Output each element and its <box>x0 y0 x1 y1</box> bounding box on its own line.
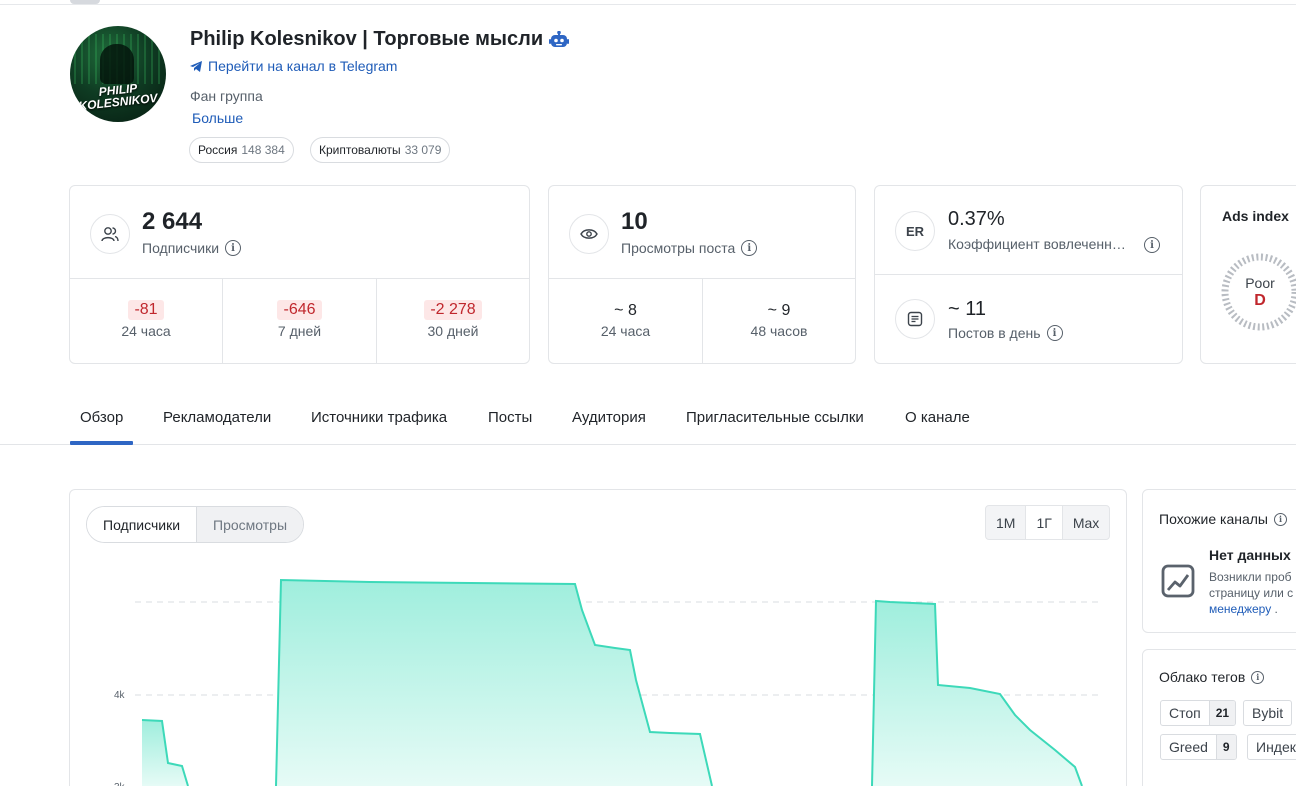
channel-avatar[interactable]: PHILIP KOLESNIKOV <box>70 26 166 122</box>
range-1m-button[interactable]: 1М <box>986 506 1025 539</box>
metric-views-button[interactable]: Просмотры <box>196 507 304 542</box>
category-chip-country[interactable]: Россия 148 384 <box>189 137 294 163</box>
ads-index-card: Ads index Poor D <box>1200 185 1296 364</box>
tag-item[interactable]: Bybit <box>1243 700 1293 726</box>
similar-channels-card: Похожие каналы i Нет данных Возникли проб… <box>1142 489 1296 633</box>
series-area <box>872 601 1082 786</box>
series-area <box>276 580 712 786</box>
telegram-icon <box>190 60 202 72</box>
no-data-text-3: менеджеру . <box>1209 602 1278 616</box>
tab-bar: Обзор Рекламодатели Источники трафика По… <box>0 400 1296 445</box>
tag-cloud-card: Облако тегов i Стоп 21 Bybit Greed 9 Индек <box>1142 649 1296 786</box>
posts-value: ~ 11 <box>948 298 986 320</box>
range-1y-button[interactable]: 1Г <box>1025 506 1062 539</box>
info-icon[interactable]: i <box>225 240 242 256</box>
top-divider <box>0 4 1296 5</box>
y-tick-label: 3k <box>114 782 126 786</box>
category-chip-topic[interactable]: Криптовалюты 33 079 <box>310 137 451 163</box>
subscribers-card: 2 644 Подписчики i -81 24 часа -646 7 дне… <box>69 185 530 364</box>
active-tab-indicator <box>70 441 133 445</box>
info-icon[interactable]: i <box>1144 237 1160 253</box>
metric-subscribers-button[interactable]: Подписчики <box>87 507 197 542</box>
er-label: Коэффициент вовлеченн… <box>948 236 1126 252</box>
tab-traffic-sources[interactable]: Источники трафика <box>311 409 447 426</box>
subscribers-change-30d: -2 278 30 дней <box>377 300 529 339</box>
er-value: 0.37% <box>948 208 1005 230</box>
subscribers-chart: 4k 3k <box>114 578 1100 786</box>
chart-empty-icon <box>1161 564 1195 598</box>
no-data-text-2: страницу или с <box>1209 586 1294 600</box>
top-divider-tab <box>70 0 100 4</box>
series-area <box>142 720 188 786</box>
views-24h: ~ 8 24 часа <box>600 302 651 339</box>
subscribers-label: Подписчики i <box>142 240 242 256</box>
ads-index-grade: D <box>1254 292 1266 309</box>
channel-description: Фан группа <box>190 88 263 104</box>
posts-label: Постов в день i <box>948 325 1063 341</box>
more-link[interactable]: Больше <box>192 110 243 126</box>
tab-invite-links[interactable]: Пригласительные ссылки <box>686 409 864 426</box>
info-icon[interactable]: i <box>1046 325 1063 341</box>
tag-item[interactable]: Индек <box>1247 734 1296 760</box>
views-value: 10 <box>621 208 648 235</box>
eye-icon <box>569 214 609 254</box>
bot-icon <box>549 31 569 47</box>
views-48h: ~ 9 48 часов <box>750 302 808 339</box>
subscribers-change-24h: -81 24 часа <box>121 300 171 339</box>
tab-about[interactable]: О канале <box>905 409 970 426</box>
tag-item[interactable]: Стоп 21 <box>1160 700 1237 726</box>
tag-item[interactable]: Greed 9 <box>1160 734 1237 760</box>
metric-toggle: Подписчики Просмотры <box>86 506 305 543</box>
channel-title: Philip Kolesnikov | Торговые мысли <box>190 28 544 50</box>
range-selector: 1М 1Г Max <box>985 505 1111 540</box>
ads-index-rating: Poor <box>1245 275 1275 291</box>
info-icon[interactable]: i <box>1274 512 1287 526</box>
ads-index-title: Ads index <box>1222 208 1289 224</box>
tab-audience[interactable]: Аудитория <box>572 409 646 426</box>
info-icon[interactable]: i <box>741 240 758 256</box>
no-data-text-1: Возникли проб <box>1209 570 1292 584</box>
users-icon <box>90 214 130 254</box>
similar-channels-title: Похожие каналы i <box>1159 511 1287 527</box>
er-icon: ER <box>895 211 935 251</box>
telegram-link[interactable]: Перейти на канал в Telegram <box>190 58 397 74</box>
tag-cloud-title: Облако тегов i <box>1159 669 1265 685</box>
tab-posts[interactable]: Посты <box>488 409 532 426</box>
views-label: Просмотры поста i <box>621 240 758 256</box>
range-max-button[interactable]: Max <box>1061 506 1109 539</box>
subscribers-value: 2 644 <box>142 208 203 235</box>
subscribers-change-7d: -646 7 дней <box>277 300 322 339</box>
no-data-title: Нет данных <box>1209 547 1291 563</box>
y-tick-label: 4k <box>114 690 126 701</box>
info-icon[interactable]: i <box>1251 670 1265 684</box>
posts-icon <box>895 299 935 339</box>
engagement-card: ER 0.37% Коэффициент вовлеченн… i ~ 11 П… <box>874 185 1183 364</box>
views-card: 10 Просмотры поста i ~ 8 24 часа ~ 9 48 ч… <box>548 185 856 364</box>
manager-link[interactable]: менеджеру <box>1209 602 1271 616</box>
tab-overview[interactable]: Обзор <box>80 409 123 426</box>
tab-advertisers[interactable]: Рекламодатели <box>163 409 271 426</box>
